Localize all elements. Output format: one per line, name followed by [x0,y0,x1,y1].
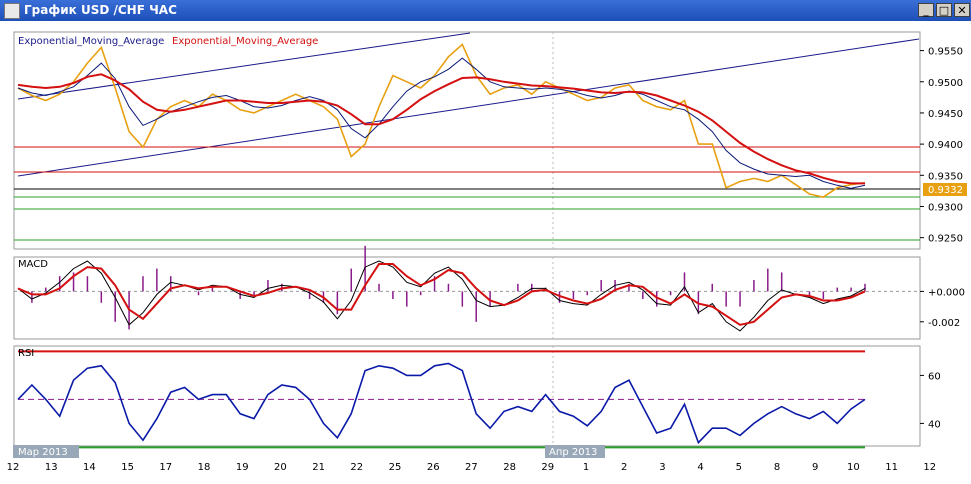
x-tick-label: 3 [659,462,665,473]
maximize-button[interactable]: □ [936,3,952,17]
x-tick-label: 22 [350,462,363,473]
current-price-label: 0.9332 [928,185,963,196]
x-tick-label: 14 [83,462,96,473]
month-label-apr: Апр 2013 [549,447,597,458]
x-tick-label: 29 [541,462,554,473]
price-y-tick-label: 0.9400 [928,140,963,151]
rsi-y-tick-label: 40 [928,419,941,430]
window-titlebar: График USD /CHF ЧАС _ □ ✕ [0,0,971,21]
x-tick-label: 19 [236,462,249,473]
x-tick-label: 8 [774,462,780,473]
x-tick-label: 2 [621,462,627,473]
macd-legend: MACD [18,259,48,270]
window-title: График USD /CHF ЧАС [24,3,177,17]
x-tick-label: 26 [427,462,440,473]
x-tick-label: 21 [312,462,325,473]
price-y-tick-label: 0.9550 [928,47,963,58]
x-tick-label: 17 [159,462,172,473]
x-tick-label: 10 [847,462,860,473]
close-button[interactable]: ✕ [954,3,970,17]
price-panel[interactable]: 0.9550 0.9500 0.9450 0.9400 0.9350 0.9300 0.92… [13,31,967,250]
macd-panel-frame [13,256,921,340]
month-label-mar: Мар 2013 [18,447,68,458]
chart-window-icon[interactable] [4,3,20,19]
x-tick-label: 5 [736,462,742,473]
x-tick-label: 25 [389,462,402,473]
x-tick-label: 11 [885,462,898,473]
price-panel-frame [13,31,921,250]
price-y-tick-label: 0.9500 [928,78,963,89]
x-tick-label: 13 [45,462,58,473]
rsi-y-tick-label: 60 [928,371,941,382]
x-tick-label: 12 [923,462,936,473]
minimize-button[interactable]: _ [918,3,934,17]
rsi-panel-frame [13,345,921,447]
x-tick-label: 20 [274,462,287,473]
x-tick-label: 4 [697,462,703,473]
x-tick-label: 28 [503,462,516,473]
rsi-legend: RSI [18,348,34,359]
x-tick-label: 18 [198,462,211,473]
x-tick-label: 27 [465,462,478,473]
macd-y-tick-label: +0.000 [928,287,965,298]
chart-area[interactable]: 0.9550 0.9500 0.9450 0.9400 0.9350 0.9300 0.92… [0,21,971,484]
macd-y-tick-label: -0.002 [928,318,960,329]
x-tick-label: 1 [583,462,589,473]
legend-ema-1: Exponential_Moving_Average [18,36,164,47]
x-tick-label: 15 [121,462,134,473]
price-y-tick-label: 0.9250 [928,234,963,245]
price-y-tick-label: 0.9450 [928,109,963,120]
legend-ema-2: Exponential_Moving_Average [172,36,318,47]
price-y-tick-label: 0.9350 [928,171,963,182]
price-y-tick-label: 0.9300 [928,202,963,213]
x-tick-label: 12 [7,462,20,473]
rsi-panel[interactable]: 60 40 RSI [13,345,941,449]
x-tick-label: 9 [812,462,818,473]
macd-panel[interactable]: +0.000 -0.002 MACD [13,245,965,340]
